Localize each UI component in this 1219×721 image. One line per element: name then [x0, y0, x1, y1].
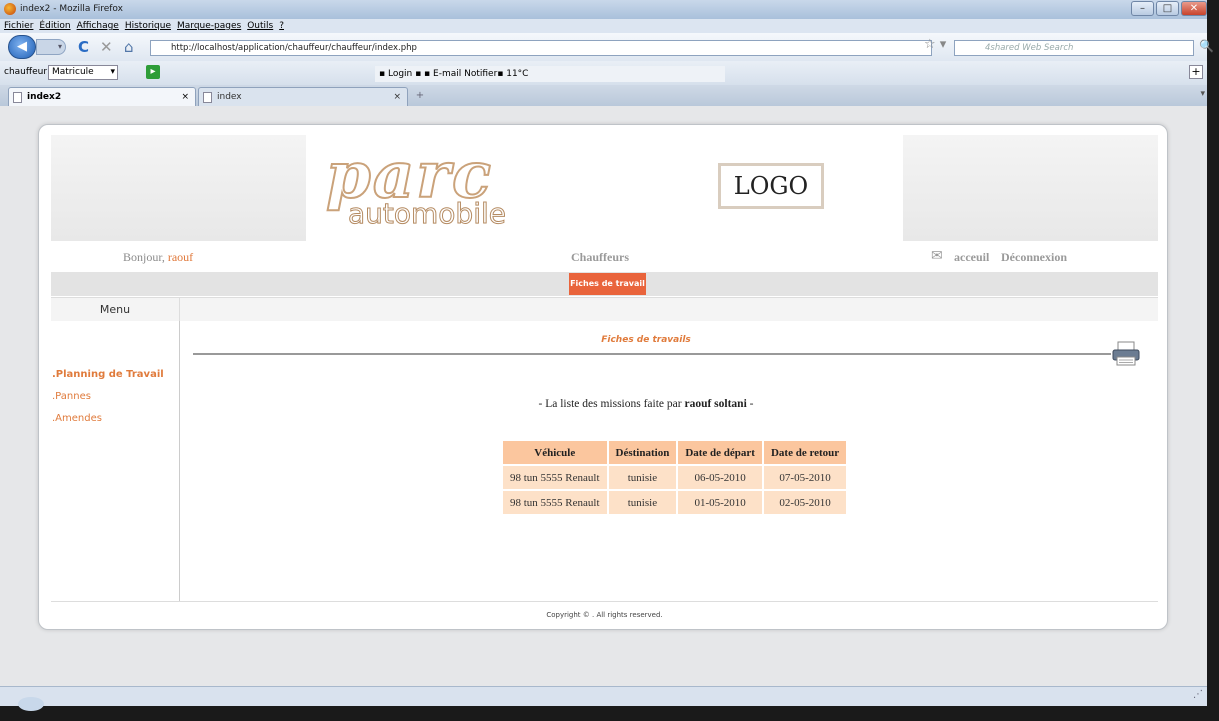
sidebar-item-planning[interactable]: .Planning de Travail: [52, 369, 164, 380]
title-bar: index2 - Mozilla Firefox – □ ✕: [0, 0, 1207, 19]
menu-edition[interactable]: Édition: [39, 19, 70, 33]
cell-date-depart: 06-05-2010: [678, 466, 762, 489]
table-row: 98 tun 5555 Renault tunisie 06-05-2010 0…: [503, 466, 847, 489]
menu-fichier[interactable]: Fichier: [4, 19, 33, 33]
tab-label: index: [217, 92, 242, 102]
tab-index2[interactable]: index2 ×: [8, 87, 196, 106]
header-center: parc automobile LOGO: [306, 135, 903, 241]
search-input[interactable]: 4shared Web Search: [954, 40, 1194, 56]
page-title: Fiches de travails: [601, 335, 691, 345]
table-row: 98 tun 5555 Renault tunisie 01-05-2010 0…: [503, 491, 847, 514]
search-icon[interactable]: 🔍: [1199, 39, 1214, 53]
username: raouf: [167, 250, 194, 264]
col-date-depart: Date de départ: [678, 441, 762, 464]
close-tab-button[interactable]: ×: [393, 88, 401, 106]
minimize-button[interactable]: –: [1131, 1, 1154, 16]
user-bar: Bonjour, raouf Chauffeurs ✉ acceuil Déco…: [51, 244, 1158, 270]
footer: Copyright © . All rights reserved.: [51, 601, 1158, 627]
menu-affichage[interactable]: Affichage: [77, 19, 119, 33]
cell-date-depart: 01-05-2010: [678, 491, 762, 514]
col-vehicule: Véhicule: [503, 441, 607, 464]
address-bar[interactable]: http://localhost/application/chauffeur/c…: [150, 40, 932, 56]
page-icon: [203, 92, 212, 103]
maximize-button[interactable]: □: [1156, 1, 1179, 16]
page-icon: [13, 92, 22, 103]
table-header-row: Véhicule Déstination Date de départ Date…: [503, 441, 847, 464]
window-title: index2 - Mozilla Firefox: [20, 4, 123, 14]
printer-icon[interactable]: [1111, 341, 1141, 367]
sidebar: .Planning de Travail .Pannes .Amendes: [51, 321, 180, 601]
addon-toolbar[interactable]: ▪ Login ▪ ▪ E-mail Notifier▪ 11°C: [375, 66, 725, 82]
greeting: Bonjour, raouf: [123, 250, 194, 264]
close-tab-button[interactable]: ×: [181, 88, 189, 106]
cell-date-retour: 07-05-2010: [763, 466, 847, 489]
bookmark-star-icon[interactable]: ☆ ▾: [924, 37, 946, 52]
add-icon[interactable]: +: [1189, 65, 1203, 79]
menu-heading: Menu: [51, 298, 180, 322]
menu-historique[interactable]: Historique: [125, 19, 171, 33]
toolbar-label: chauffeur :: [4, 67, 53, 77]
tab-label: index2: [27, 92, 62, 102]
stop-icon[interactable]: ✕: [100, 38, 113, 56]
back-button[interactable]: ◀: [8, 35, 36, 59]
extra-toolbar: chauffeur : Matricule ▸ ▪ Login ▪ ▪ E-ma…: [0, 61, 1207, 85]
firefox-icon: [4, 3, 16, 15]
fiches-de-travail-tab[interactable]: Fiches de travail: [569, 273, 646, 295]
tab-index[interactable]: index ×: [198, 87, 408, 106]
resize-grip-icon[interactable]: ⋰: [1193, 689, 1203, 700]
header-right-panel: [903, 135, 1158, 241]
menu-marque-pages[interactable]: Marque-pages: [177, 19, 241, 33]
col-destination: Déstination: [608, 441, 677, 464]
screen: index2 - Mozilla Firefox – □ ✕ Fichier É…: [0, 0, 1219, 721]
status-bar: ⋰: [0, 686, 1207, 711]
status-orb-icon: [18, 697, 44, 711]
close-window-button[interactable]: ✕: [1181, 1, 1207, 16]
sidebar-item-pannes[interactable]: .Pannes: [52, 391, 91, 402]
menu-outils[interactable]: Outils: [247, 19, 273, 33]
missions-table: Véhicule Déstination Date de départ Date…: [501, 439, 848, 516]
title-divider: [193, 353, 1111, 355]
menu-row: Menu: [51, 297, 1158, 322]
logout-link[interactable]: Déconnexion: [1001, 244, 1067, 270]
logo-box: LOGO: [718, 163, 824, 209]
site-header: parc automobile LOGO: [51, 135, 1158, 241]
mission-list-intro: - La liste des missions faite par raouf …: [538, 398, 754, 410]
cell-vehicule: 98 tun 5555 Renault: [503, 466, 607, 489]
automobile-logo: automobile: [348, 197, 507, 230]
sub-nav: Fiches de travail: [51, 272, 1158, 296]
home-link[interactable]: acceuil: [954, 244, 989, 270]
section-title: Chauffeurs: [571, 250, 630, 264]
menu-bar: Fichier Édition Affichage Historique Mar…: [0, 19, 1207, 33]
reload-icon[interactable]: C: [78, 38, 89, 56]
main-content: Fiches de travails - La liste des missio…: [181, 321, 1158, 601]
cell-destination: tunisie: [608, 466, 677, 489]
matricule-select[interactable]: Matricule: [48, 65, 118, 80]
mail-icon[interactable]: ✉: [931, 244, 943, 270]
col-date-retour: Date de retour: [763, 441, 847, 464]
firefox-window: index2 - Mozilla Firefox – □ ✕ Fichier É…: [0, 0, 1214, 711]
driver-name: raouf soltani: [684, 398, 747, 410]
cell-date-retour: 02-05-2010: [763, 491, 847, 514]
go-icon[interactable]: ▸: [146, 65, 160, 79]
cell-destination: tunisie: [608, 491, 677, 514]
new-tab-button[interactable]: +: [410, 89, 430, 105]
tab-bar: index2 × index × + ▾: [0, 85, 1207, 106]
cell-vehicule: 98 tun 5555 Renault: [503, 491, 607, 514]
forward-button[interactable]: ▾: [36, 39, 66, 55]
sidebar-item-amendes[interactable]: .Amendes: [52, 413, 102, 424]
tab-list-icon[interactable]: ▾: [1200, 89, 1205, 99]
menu-help[interactable]: ?: [279, 19, 284, 33]
header-left-panel: [51, 135, 306, 241]
site-container: parc automobile LOGO Bonjour, raouf Chau…: [38, 124, 1168, 630]
navigation-toolbar: ▾ ◀ C ✕ ⌂ http://localhost/application/c…: [0, 33, 1214, 61]
page-viewport: parc automobile LOGO Bonjour, raouf Chau…: [0, 106, 1207, 686]
home-icon[interactable]: ⌂: [124, 38, 134, 56]
